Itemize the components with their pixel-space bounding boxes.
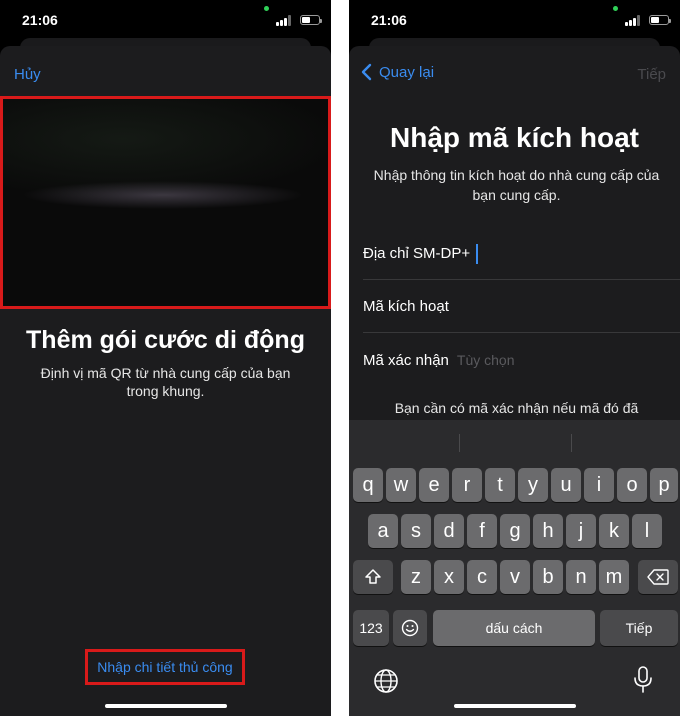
key-a[interactable]: a	[368, 514, 398, 548]
key-m[interactable]: m	[599, 560, 629, 594]
status-bar: 21:06	[349, 0, 680, 36]
manual-entry-highlight: Nhập chi tiết thủ công	[85, 649, 245, 685]
emoji-key[interactable]	[393, 610, 427, 646]
page-subtitle: Nhập thông tin kích hoạt do nhà cung cấp…	[373, 167, 660, 203]
text-cursor	[476, 243, 479, 264]
home-indicator	[453, 704, 576, 708]
privacy-indicator-icon	[264, 6, 269, 11]
key-h[interactable]: h	[533, 514, 563, 548]
keyboard: q w e r t y u i o p a s d f g h j k l z …	[349, 420, 680, 716]
key-o[interactable]: o	[617, 468, 647, 502]
status-time: 21:06	[371, 12, 407, 28]
status-bar: 21:06	[0, 0, 331, 36]
next-button[interactable]: Tiếp	[637, 66, 666, 83]
key-s[interactable]: s	[401, 514, 431, 548]
key-d[interactable]: d	[434, 514, 464, 548]
confirmation-note: Bạn cần có mã xác nhận nếu mã đó đã	[394, 400, 639, 416]
key-b[interactable]: b	[533, 560, 563, 594]
suggestion-divider	[571, 434, 572, 452]
back-button-label: Quay lại	[379, 63, 435, 81]
globe-icon[interactable]	[373, 668, 399, 694]
space-key[interactable]: dấu cách	[433, 610, 595, 646]
key-v[interactable]: v	[500, 560, 530, 594]
key-g[interactable]: g	[500, 514, 530, 548]
chevron-left-icon	[361, 63, 372, 81]
page-title: Nhập mã kích hoạt	[390, 122, 639, 153]
emoji-icon	[401, 619, 419, 637]
left-phone-screen: 21:06 Hủy Thêm gói cước di động Định vị …	[0, 0, 331, 716]
key-e[interactable]: e	[419, 468, 449, 502]
key-i[interactable]: i	[584, 468, 614, 502]
key-n[interactable]: n	[566, 560, 596, 594]
shift-icon	[365, 569, 381, 584]
smdp-address-field[interactable]: Địa chỉ SM-DP+	[363, 228, 680, 280]
page-title: Thêm gói cước di động	[26, 326, 305, 354]
field-label: Mã xác nhận	[363, 351, 449, 369]
microphone-icon[interactable]	[633, 666, 653, 694]
back-button[interactable]: Quay lại	[357, 62, 434, 82]
field-label: Địa chỉ SM-DP+	[363, 245, 471, 262]
suggestion-divider	[459, 434, 460, 452]
key-x[interactable]: x	[434, 560, 464, 594]
key-c[interactable]: c	[467, 560, 497, 594]
key-w[interactable]: w	[386, 468, 416, 502]
status-time: 21:06	[22, 12, 58, 28]
cancel-button[interactable]: Hủy	[14, 66, 41, 83]
field-label: Mã kích hoạt	[363, 298, 449, 315]
shift-key[interactable]	[353, 560, 393, 594]
numbers-key[interactable]: 123	[353, 610, 389, 646]
signal-icon	[625, 15, 643, 26]
battery-icon	[649, 15, 671, 25]
delete-key[interactable]	[638, 560, 678, 594]
key-z[interactable]: z	[401, 560, 431, 594]
home-indicator	[104, 704, 227, 708]
key-l[interactable]: l	[632, 514, 662, 548]
key-k[interactable]: k	[599, 514, 629, 548]
return-key[interactable]: Tiếp	[600, 610, 678, 646]
qr-camera-viewfinder	[0, 96, 331, 309]
key-q[interactable]: q	[353, 468, 383, 502]
backspace-icon	[647, 569, 669, 585]
key-t[interactable]: t	[485, 468, 515, 502]
key-f[interactable]: f	[467, 514, 497, 548]
key-p[interactable]: p	[650, 468, 678, 502]
activation-code-field[interactable]: Mã kích hoạt	[363, 281, 680, 333]
privacy-indicator-icon	[613, 6, 618, 11]
manual-entry-link[interactable]: Nhập chi tiết thủ công	[97, 659, 232, 675]
key-u[interactable]: u	[551, 468, 581, 502]
battery-icon	[300, 15, 322, 25]
page-subtitle: Định vị mã QR từ nhà cung cấp của bạn tr…	[40, 365, 291, 399]
key-r[interactable]: r	[452, 468, 482, 502]
confirmation-code-field[interactable]: Mã xác nhận Tùy chọn	[363, 334, 680, 386]
signal-icon	[276, 15, 294, 26]
right-phone-screen: 21:06 Quay lại Tiếp Nhập mã kích hoạt Nh…	[349, 0, 680, 716]
key-j[interactable]: j	[566, 514, 596, 548]
key-y[interactable]: y	[518, 468, 548, 502]
field-placeholder: Tùy chọn	[456, 352, 515, 368]
